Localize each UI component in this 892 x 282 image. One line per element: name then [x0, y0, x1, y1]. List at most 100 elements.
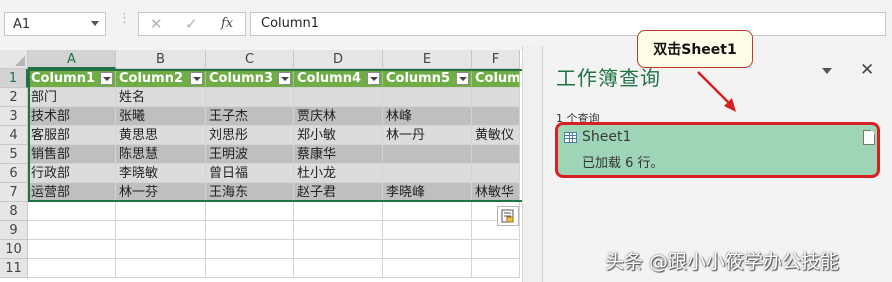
table-cell[interactable]: 蔡康华 — [294, 145, 383, 164]
table-cell[interactable]: 刘思彤 — [206, 126, 294, 145]
row-header-7[interactable]: 7 — [0, 183, 28, 202]
empty-cell[interactable] — [383, 202, 472, 221]
table-cell[interactable] — [383, 164, 472, 183]
insert-function-icon[interactable]: fx — [221, 16, 233, 31]
table-cell[interactable]: 王明波 — [206, 145, 294, 164]
table-cell[interactable]: 黄思思 — [116, 126, 206, 145]
name-box[interactable]: A1 — [4, 12, 106, 36]
table-header-cell[interactable]: Column1 — [28, 69, 116, 88]
table-cell[interactable]: 陈思慧 — [116, 145, 206, 164]
table-cell[interactable]: 黄敏仪 — [472, 126, 520, 145]
document-icon[interactable] — [863, 130, 875, 145]
cancel-icon[interactable]: ✕ — [150, 15, 163, 33]
row-header-9[interactable]: 9 — [0, 221, 28, 240]
empty-cell[interactable] — [472, 240, 520, 259]
row-header-8[interactable]: 8 — [0, 202, 28, 221]
filter-dropdown-icon[interactable] — [278, 72, 291, 85]
table-cell[interactable] — [472, 88, 520, 107]
empty-cell[interactable] — [206, 240, 294, 259]
row-header-6[interactable]: 6 — [0, 164, 28, 183]
column-header-e[interactable]: E — [383, 50, 472, 69]
worksheet-grid[interactable]: A B C D E F 1 2 3 4 5 6 7 8 9 10 11 Column1 Column2 Column3… — [0, 50, 522, 282]
filter-dropdown-icon[interactable] — [367, 72, 380, 85]
table-cell[interactable]: 部门 — [28, 88, 116, 107]
quick-analysis-icon[interactable] — [497, 206, 519, 226]
table-cell[interactable]: 李晓敏 — [116, 164, 206, 183]
filter-dropdown-icon[interactable] — [100, 72, 113, 85]
table-header-cell[interactable]: Column2 — [116, 69, 206, 88]
table-cell[interactable]: 林一丹 — [383, 126, 472, 145]
row-header-3[interactable]: 3 — [0, 107, 28, 126]
enter-icon[interactable]: ✓ — [185, 15, 198, 33]
table-cell[interactable] — [383, 145, 472, 164]
empty-cell[interactable] — [294, 202, 383, 221]
empty-cell[interactable] — [28, 240, 116, 259]
empty-cell[interactable] — [28, 202, 116, 221]
column-header-c[interactable]: C — [206, 50, 294, 69]
table-cell[interactable] — [472, 145, 520, 164]
table-cell[interactable]: 张曦 — [116, 107, 206, 126]
empty-cell[interactable] — [206, 259, 294, 278]
vertical-scrollbar[interactable] — [522, 46, 542, 282]
query-item-sheet1[interactable]: Sheet1 已加载 6 行。 — [555, 122, 880, 178]
column-header-f[interactable]: F — [472, 50, 520, 69]
column-header-a[interactable]: A — [28, 50, 116, 69]
empty-cell[interactable] — [28, 221, 116, 240]
table-cell[interactable]: 赵子君 — [294, 183, 383, 202]
row-header-2[interactable]: 2 — [0, 88, 28, 107]
table-cell[interactable] — [383, 88, 472, 107]
empty-cell[interactable] — [116, 202, 206, 221]
empty-cell[interactable] — [116, 221, 206, 240]
table-header-cell[interactable]: Column4 — [294, 69, 383, 88]
table-cell[interactable]: 技术部 — [28, 107, 116, 126]
table-header-cell[interactable]: Column3 — [206, 69, 294, 88]
table-cell[interactable] — [206, 88, 294, 107]
select-all-corner[interactable] — [0, 50, 28, 69]
row-header-10[interactable]: 10 — [0, 240, 28, 259]
empty-cell[interactable] — [294, 221, 383, 240]
empty-cell[interactable] — [383, 259, 472, 278]
empty-cell[interactable] — [206, 202, 294, 221]
formula-input[interactable]: Column1 — [250, 12, 886, 36]
table-cell[interactable]: 杜小龙 — [294, 164, 383, 183]
table-cell[interactable]: 林敏华 — [472, 183, 520, 202]
empty-cell[interactable] — [206, 221, 294, 240]
table-cell[interactable]: 客服部 — [28, 126, 116, 145]
table-cell[interactable]: 李晓峰 — [383, 183, 472, 202]
table-cell[interactable]: 林峰 — [383, 107, 472, 126]
row-header-5[interactable]: 5 — [0, 145, 28, 164]
empty-cell[interactable] — [28, 259, 116, 278]
table-cell[interactable]: 林一芬 — [116, 183, 206, 202]
table-cell[interactable]: 曾日福 — [206, 164, 294, 183]
table-header-cell[interactable]: Column6 — [472, 69, 520, 88]
chevron-down-icon[interactable] — [91, 21, 99, 26]
table-cell[interactable] — [472, 107, 520, 126]
pane-options-chevron-icon[interactable] — [822, 68, 832, 74]
row-header-1[interactable]: 1 — [0, 69, 28, 88]
empty-cell[interactable] — [116, 240, 206, 259]
filter-dropdown-icon[interactable] — [456, 72, 469, 85]
empty-cell[interactable] — [294, 240, 383, 259]
row-header-4[interactable]: 4 — [0, 126, 28, 145]
empty-cell[interactable] — [383, 221, 472, 240]
table-cell[interactable]: 贾庆林 — [294, 107, 383, 126]
column-header-d[interactable]: D — [294, 50, 383, 69]
table-cell[interactable] — [294, 88, 383, 107]
table-cell[interactable]: 姓名 — [116, 88, 206, 107]
table-cell[interactable]: 王海东 — [206, 183, 294, 202]
close-icon[interactable]: ✕ — [860, 60, 874, 80]
row-header-11[interactable]: 11 — [0, 259, 28, 278]
empty-cell[interactable] — [294, 259, 383, 278]
column-header-b[interactable]: B — [116, 50, 206, 69]
filter-dropdown-icon[interactable] — [190, 72, 203, 85]
table-cell[interactable]: 运营部 — [28, 183, 116, 202]
table-cell[interactable] — [472, 164, 520, 183]
table-cell[interactable]: 王子杰 — [206, 107, 294, 126]
empty-cell[interactable] — [472, 259, 520, 278]
table-cell[interactable]: 行政部 — [28, 164, 116, 183]
drag-handle-icon[interactable]: ⋮ — [118, 12, 131, 25]
empty-cell[interactable] — [116, 259, 206, 278]
table-cell[interactable]: 销售部 — [28, 145, 116, 164]
table-header-cell[interactable]: Column5 — [383, 69, 472, 88]
empty-cell[interactable] — [383, 240, 472, 259]
